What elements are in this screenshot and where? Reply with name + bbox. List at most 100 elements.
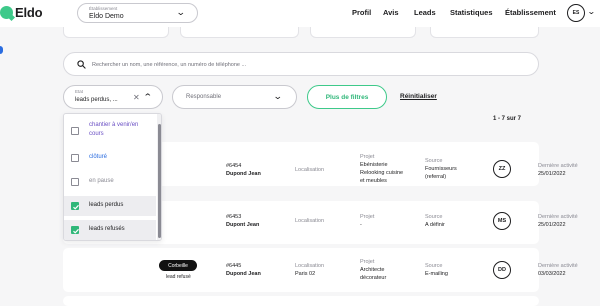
project-title: Projet xyxy=(360,259,375,265)
source-title: Source xyxy=(425,214,443,220)
last-activity-title: Dernière activité xyxy=(538,214,578,220)
responsable-filter-select[interactable]: Responsable ⌄ xyxy=(172,85,297,109)
stat-card xyxy=(63,27,169,38)
project-line: décorateur xyxy=(360,275,387,281)
lead-ref: #6445 Dupond Jean xyxy=(226,262,261,278)
lead-row[interactable] xyxy=(63,296,539,306)
option-label: leads perdus xyxy=(89,202,124,208)
establishment-select[interactable]: Établissement Eldo Demo ⌄ xyxy=(77,3,198,23)
assignee-avatar[interactable]: ZZ xyxy=(493,160,511,178)
search-input[interactable] xyxy=(92,58,522,71)
dropdown-option[interactable]: chantier à venir/en cours xyxy=(64,117,156,141)
logo-icon xyxy=(0,6,13,19)
location-title: Localisation xyxy=(295,218,325,224)
dropdown-option[interactable]: leads refusés xyxy=(64,220,156,240)
stat-card xyxy=(430,27,539,38)
location-title: Localisation xyxy=(295,167,325,173)
option-label: leads refusés xyxy=(89,226,125,232)
brand-logo[interactable]: Eldo xyxy=(0,5,43,20)
project-title: Projet xyxy=(360,214,375,220)
project-line: Architecte xyxy=(360,267,385,273)
project-title: Projet xyxy=(360,154,375,160)
lead-ref: #6454 Dupond Jean xyxy=(226,162,261,178)
trash-badge[interactable]: Corbeille xyxy=(159,260,197,271)
last-activity: Dernière activité 03/03/2022 xyxy=(538,262,598,278)
assignee-avatar[interactable]: MS xyxy=(493,212,511,230)
last-activity-date: 25/01/2022 xyxy=(538,222,566,228)
lead-project: Projet Ebénisterie Relooking cuisine et … xyxy=(360,153,420,185)
stat-card xyxy=(180,27,299,38)
chevron-down-icon: ⌄ xyxy=(176,7,187,17)
location-value: Paris 02 xyxy=(295,271,316,277)
checkbox-checked[interactable] xyxy=(71,202,79,210)
etat-filter-label: Etat xyxy=(75,89,84,94)
chevron-down-icon[interactable]: ⌄ xyxy=(587,7,596,16)
chevron-up-icon[interactable]: ⌃ xyxy=(143,92,153,103)
lead-location: Localisation xyxy=(295,166,324,174)
etat-filter-value: leads perdus, ... xyxy=(75,97,118,103)
project-line: et meubles xyxy=(360,178,387,184)
responsable-filter-label: Responsable xyxy=(186,94,222,100)
nav-profil[interactable]: Profil xyxy=(352,8,371,17)
assignee-avatar[interactable]: DD xyxy=(493,261,511,279)
establishment-label: Établissement xyxy=(89,6,118,11)
last-activity-title: Dernière activité xyxy=(538,163,578,169)
check-icon xyxy=(73,204,79,210)
lead-name: Dupond Jean xyxy=(226,271,261,277)
lead-row[interactable]: Corbeille lead refusé #6445 Dupond Jean … xyxy=(63,248,578,292)
user-avatar[interactable]: ES xyxy=(567,4,585,22)
checkbox[interactable] xyxy=(71,178,79,186)
checkbox-checked[interactable] xyxy=(71,226,79,234)
lead-source: Source E-mailing xyxy=(425,262,485,278)
search-icon xyxy=(77,60,86,69)
lead-ref: #6453 Dupont Jean xyxy=(226,213,259,229)
last-activity-title: Dernière activité xyxy=(538,263,578,269)
project-line: - xyxy=(360,222,362,228)
help-badge[interactable] xyxy=(0,46,3,54)
lead-reference: #6454 xyxy=(226,163,242,169)
last-activity: Dernière activité 25/01/2022 xyxy=(538,213,598,229)
check-icon xyxy=(73,228,79,234)
search-bar[interactable] xyxy=(63,52,539,76)
source-line: (referral) xyxy=(425,174,447,180)
scrollbar-thumb[interactable] xyxy=(158,124,161,238)
etat-filter-select[interactable]: Etat leads perdus, ... ✕ ⌃ xyxy=(63,85,163,109)
nav-leads[interactable]: Leads xyxy=(414,8,436,17)
lead-name: Dupont Jean xyxy=(226,222,260,228)
source-title: Source xyxy=(425,158,443,164)
lead-location: Localisation Paris 02 xyxy=(295,262,324,278)
last-activity-date: 25/01/2022 xyxy=(538,171,566,177)
checkbox[interactable] xyxy=(71,127,79,135)
project-line: Ebénisterie xyxy=(360,162,388,168)
lead-source: Source A définir xyxy=(425,213,485,229)
checkbox[interactable] xyxy=(71,154,79,162)
source-line: A définir xyxy=(425,222,445,228)
results-count: 1 - 7 sur 7 xyxy=(493,116,522,122)
lead-project: Projet Architecte décorateur xyxy=(360,258,420,282)
dropdown-option[interactable]: en pause xyxy=(64,172,156,192)
top-navigation-bar: Eldo Établissement Eldo Demo ⌄ Profil Av… xyxy=(0,0,600,27)
location-title: Localisation xyxy=(295,263,325,269)
chevron-down-icon: ⌄ xyxy=(273,91,284,101)
more-filters-button[interactable]: Plus de filtres xyxy=(307,85,387,109)
lead-status: lead refusé xyxy=(166,274,191,280)
dropdown-option[interactable]: leads perdus xyxy=(64,196,156,216)
lead-reference: #6453 xyxy=(226,214,242,220)
source-line: Fournisseurs xyxy=(425,166,457,172)
option-label: chantier à venir/en cours xyxy=(89,122,139,137)
nav-avis[interactable]: Avis xyxy=(383,8,399,17)
lead-source: Source Fournisseurs (referral) xyxy=(425,157,485,181)
establishment-value: Eldo Demo xyxy=(89,13,124,20)
nav-etablissement[interactable]: Établissement xyxy=(505,8,556,17)
project-line: Relooking cuisine xyxy=(360,170,404,176)
lead-reference: #6445 xyxy=(226,263,242,269)
clear-icon[interactable]: ✕ xyxy=(133,93,140,102)
reset-filters-link[interactable]: Réinitialiser xyxy=(400,93,437,100)
last-activity-date: 03/03/2022 xyxy=(538,271,566,277)
dropdown-option[interactable]: clôturé xyxy=(64,148,156,168)
last-activity: Dernière activité 25/01/2022 xyxy=(538,162,598,178)
nav-statistiques[interactable]: Statistiques xyxy=(450,8,493,17)
option-label: clôturé xyxy=(89,154,108,160)
lead-location: Localisation xyxy=(295,217,324,225)
option-label: en pause xyxy=(89,178,114,184)
